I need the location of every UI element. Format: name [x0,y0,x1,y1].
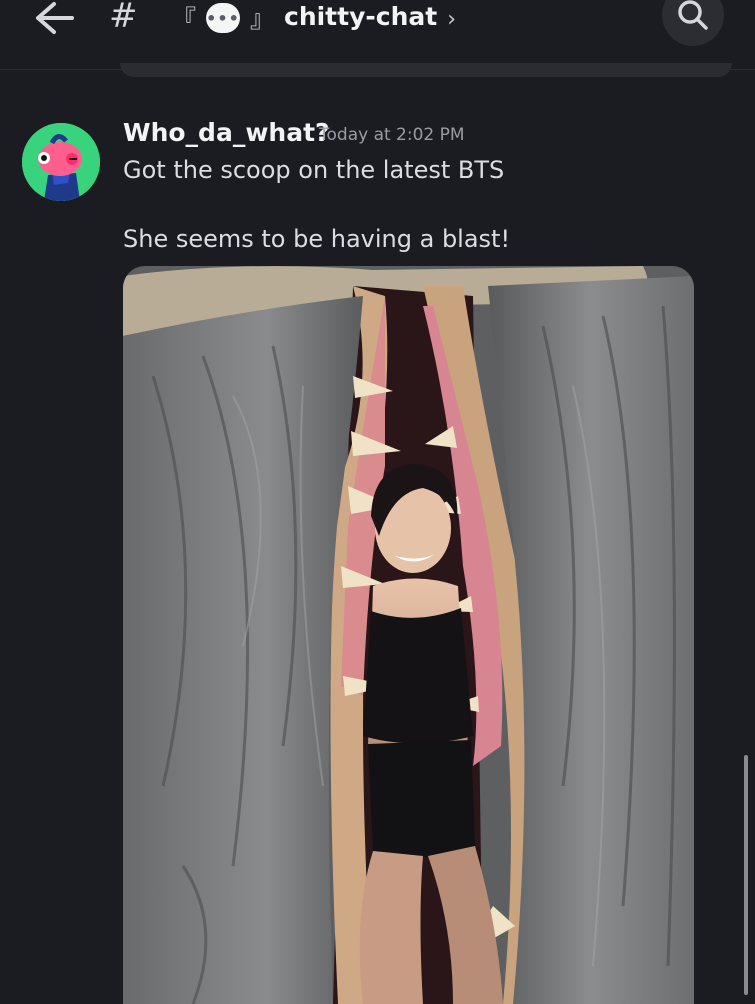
search-icon [678,0,708,30]
channel-hash-icon: # [109,0,138,36]
channel-name: chitty-chat [284,1,438,31]
channel-suffix: 』 [250,4,274,33]
channel-prefix: 『 [172,4,196,33]
avatar-character-icon [22,123,100,201]
arrow-left-icon [36,2,74,34]
search-button[interactable] [662,0,724,46]
photo-image [123,266,694,1004]
message-text-line: She seems to be having a blast! [123,225,511,253]
avatar[interactable] [22,123,100,201]
header-divider-pill [120,63,732,77]
speech-bubble-icon: ••• [206,3,240,33]
image-attachment[interactable] [123,266,694,1004]
chevron-right-icon: › [447,6,457,32]
message-timestamp: Today at 2:02 PM [319,125,465,145]
channel-header: # 『 ••• 』 chitty-chat › [0,0,755,70]
message-text-line: Got the scoop on the latest BTS [123,156,505,184]
scrollbar[interactable] [744,755,748,995]
back-button[interactable] [34,0,74,36]
channel-title-button[interactable]: 『 ••• 』 chitty-chat › [172,0,456,36]
message-username[interactable]: Who_da_what? [123,118,330,147]
